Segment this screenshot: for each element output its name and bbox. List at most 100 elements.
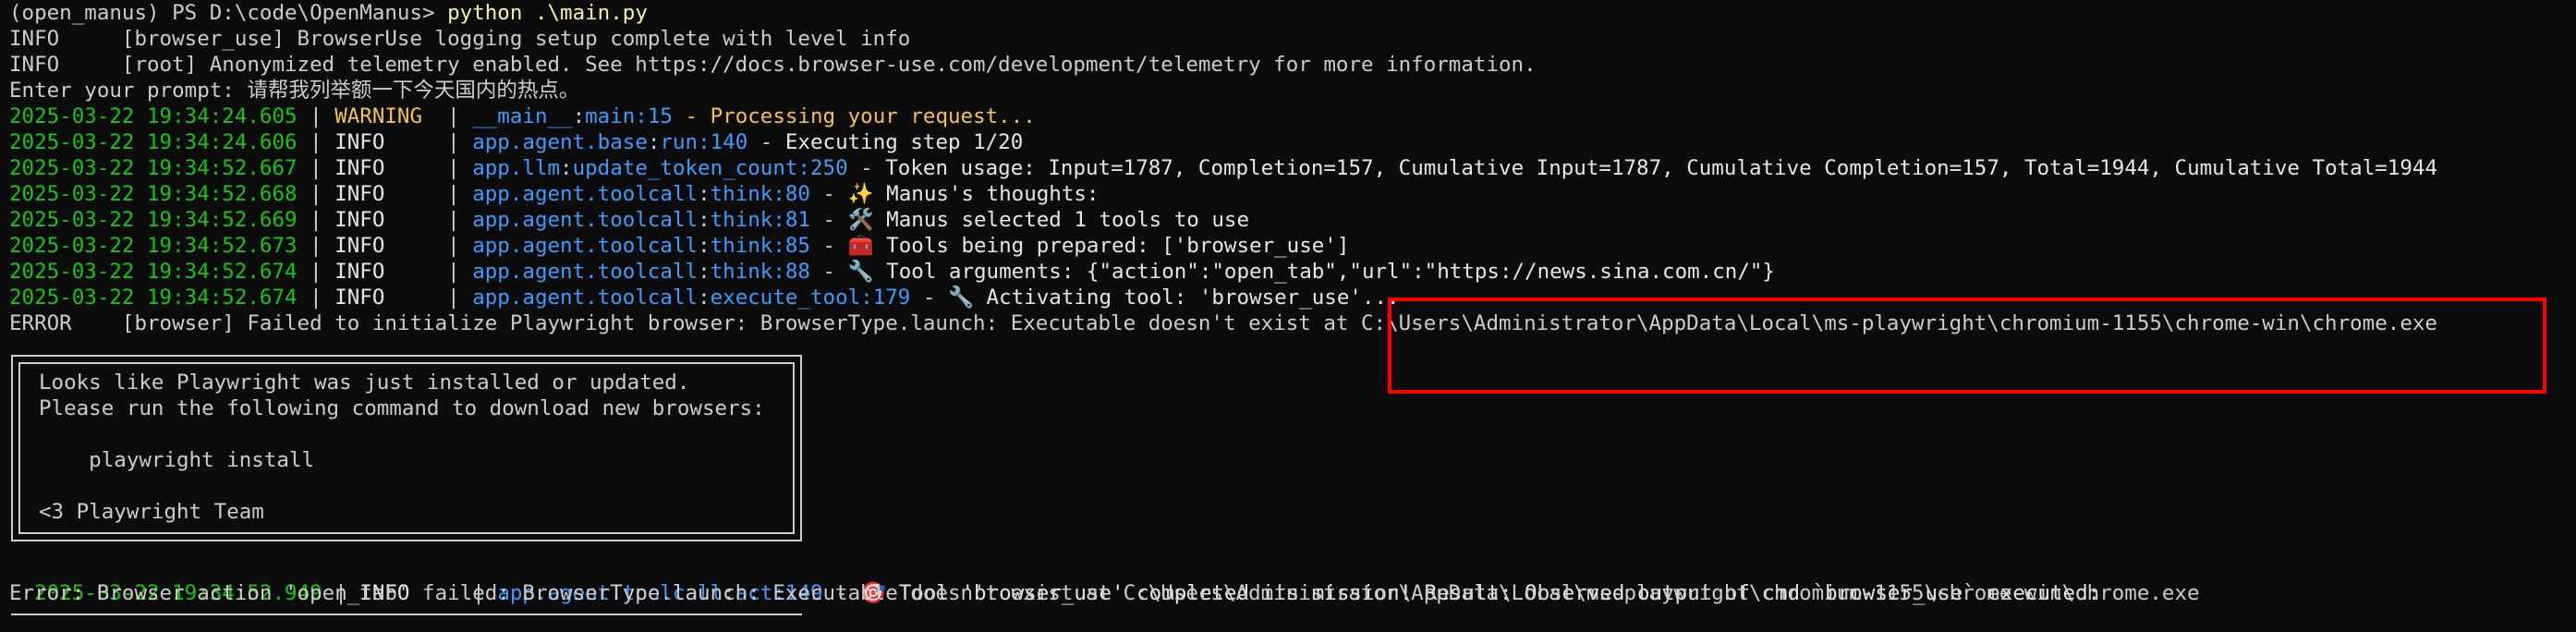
log-separator: | (297, 260, 335, 284)
log-level: INFO (334, 130, 435, 154)
log-dash: - (910, 286, 948, 310)
log-separator: | (434, 104, 473, 128)
log-colon: : (572, 104, 586, 128)
log-timestamp: 2025-03-22 19:34:52.674 (9, 260, 298, 284)
log-module: app.agent.toolcall (472, 234, 699, 258)
log-message: Processing your request... (710, 104, 1036, 128)
log-line: 2025-03-22 19:34:24.606 | INFO | app.age… (9, 129, 1023, 155)
log-separator: | (297, 156, 335, 180)
playwright-notice-box: Looks like Playwright was just installed… (11, 355, 802, 541)
log-level: INFO (334, 156, 435, 180)
log-func: think (710, 234, 773, 258)
log-dash: - (672, 104, 711, 128)
log-separator: | (434, 234, 473, 258)
log-func: update_token_count (572, 156, 798, 180)
final-log-line: 2025-03-22 19:34:52.949 | INFO | app.age… (34, 581, 2101, 605)
log-message: 🔧 Tool arguments: {"action":"open_tab","… (847, 260, 1775, 284)
log-message: Token usage: Input=1787, Completion=157,… (885, 156, 2437, 180)
log-lineno: :250 (797, 156, 848, 180)
log-colon: : (647, 130, 661, 154)
log-dash: - (847, 156, 886, 180)
log-line: 2025-03-22 19:34:52.667 | INFO | app.llm… (9, 155, 2437, 181)
log-message: 🛠️ Manus selected 1 tools to use (847, 208, 1250, 232)
log-lineno: :81 (772, 208, 810, 232)
log-module: app.agent.toolcall (472, 260, 699, 284)
info-line-1: INFO [browser_use] BrowserUse logging se… (9, 27, 911, 51)
log-func: run (660, 130, 699, 154)
log-separator: | (434, 208, 473, 232)
log-separator: | (297, 104, 335, 128)
log-separator: | (297, 130, 335, 154)
final-error-line: Error: Browser action 'open_tab' failed:… (9, 581, 2200, 605)
log-lineno: :179 (860, 286, 911, 310)
log-module: app.agent.toolcall (472, 182, 699, 206)
log-timestamp: 2025-03-22 19:34:52.673 (9, 234, 298, 258)
log-module: app.agent.base (472, 130, 648, 154)
log-level: INFO (334, 208, 435, 232)
log-dash: - (809, 182, 848, 206)
log-level: INFO (334, 286, 435, 310)
ps-prompt: (open_manus) PS D:\code\OpenManus> (9, 1, 448, 25)
log-message: ✨ Manus's thoughts: (847, 182, 1100, 206)
log-line: 2025-03-22 19:34:24.605 | WARNING | __ma… (9, 103, 1036, 129)
notice-line-1: Looks like Playwright was just installed… (39, 371, 690, 395)
log-message: Executing step 1/20 (784, 130, 1024, 154)
log-timestamp: 2025-03-22 19:34:52.674 (9, 286, 298, 310)
log-separator: | (297, 208, 335, 232)
log-line: 2025-03-22 19:34:52.674 | INFO | app.age… (9, 259, 1775, 285)
log-func: main (585, 104, 636, 128)
log-func: think (710, 182, 773, 206)
log-timestamp: 2025-03-22 19:34:24.605 (9, 104, 298, 128)
log-separator: | (434, 286, 473, 310)
log-separator: | (434, 182, 473, 206)
playwright-notice-inner: Looks like Playwright was just installed… (18, 362, 795, 534)
red-highlight-box (1388, 298, 2546, 394)
log-colon: : (698, 182, 711, 206)
log-line: 2025-03-22 19:34:52.673 | INFO | app.age… (9, 233, 1349, 259)
log-timestamp: 2025-03-22 19:34:52.669 (9, 208, 298, 232)
log-lineno: :15 (635, 104, 673, 128)
log-func: think (710, 208, 773, 232)
log-colon: : (560, 156, 573, 180)
log-separator: | (297, 182, 335, 206)
log-level: INFO (334, 234, 435, 258)
notice-line-2: Please run the following command to down… (39, 396, 765, 420)
log-func: think (710, 260, 773, 284)
log-colon: : (698, 286, 711, 310)
log-line: 2025-03-22 19:34:52.674 | INFO | app.age… (9, 285, 1400, 310)
log-lineno: :88 (772, 260, 810, 284)
log-level: WARNING (334, 104, 435, 128)
log-line: 2025-03-22 19:34:52.668 | INFO | app.age… (9, 181, 1099, 207)
notice-command: playwright install (39, 448, 315, 472)
log-timestamp: 2025-03-22 19:34:24.606 (9, 130, 298, 154)
log-level: INFO (334, 260, 435, 284)
log-message: 🧰 Tools being prepared: ['browser_use'] (847, 234, 1350, 258)
log-colon: : (698, 260, 711, 284)
enter-prompt-line: Enter your prompt: 请帮我列举额一下今天国内的热点。 (9, 79, 580, 103)
log-separator: | (434, 260, 473, 284)
log-colon: : (698, 208, 711, 232)
notice-signature: <3 Playwright Team (39, 500, 264, 524)
log-separator: | (434, 156, 473, 180)
log-dash: - (747, 130, 785, 154)
log-dash: - (809, 234, 848, 258)
log-lineno: :140 (698, 130, 748, 154)
log-separator: | (297, 234, 335, 258)
log-message: 🔧 Activating tool: 'browser_use'... (948, 286, 1400, 310)
log-lineno: :85 (772, 234, 810, 258)
log-func: execute_tool (710, 286, 861, 310)
log-module: app.agent.toolcall (472, 208, 699, 232)
log-lineno: :80 (772, 182, 810, 206)
log-dash: - (809, 208, 848, 232)
log-separator: | (297, 286, 335, 310)
command-text: python .\main.py (447, 1, 648, 25)
log-separator: | (434, 130, 473, 154)
log-line: 2025-03-22 19:34:52.669 | INFO | app.age… (9, 207, 1249, 233)
log-timestamp: 2025-03-22 19:34:52.667 (9, 156, 298, 180)
log-module: __main__ (472, 104, 573, 128)
info-line-2: INFO [root] Anonymized telemetry enabled… (9, 53, 1537, 77)
log-module: app.llm (472, 156, 561, 180)
log-level: INFO (334, 182, 435, 206)
next-box-top-border (11, 614, 802, 632)
log-dash: - (809, 260, 848, 284)
